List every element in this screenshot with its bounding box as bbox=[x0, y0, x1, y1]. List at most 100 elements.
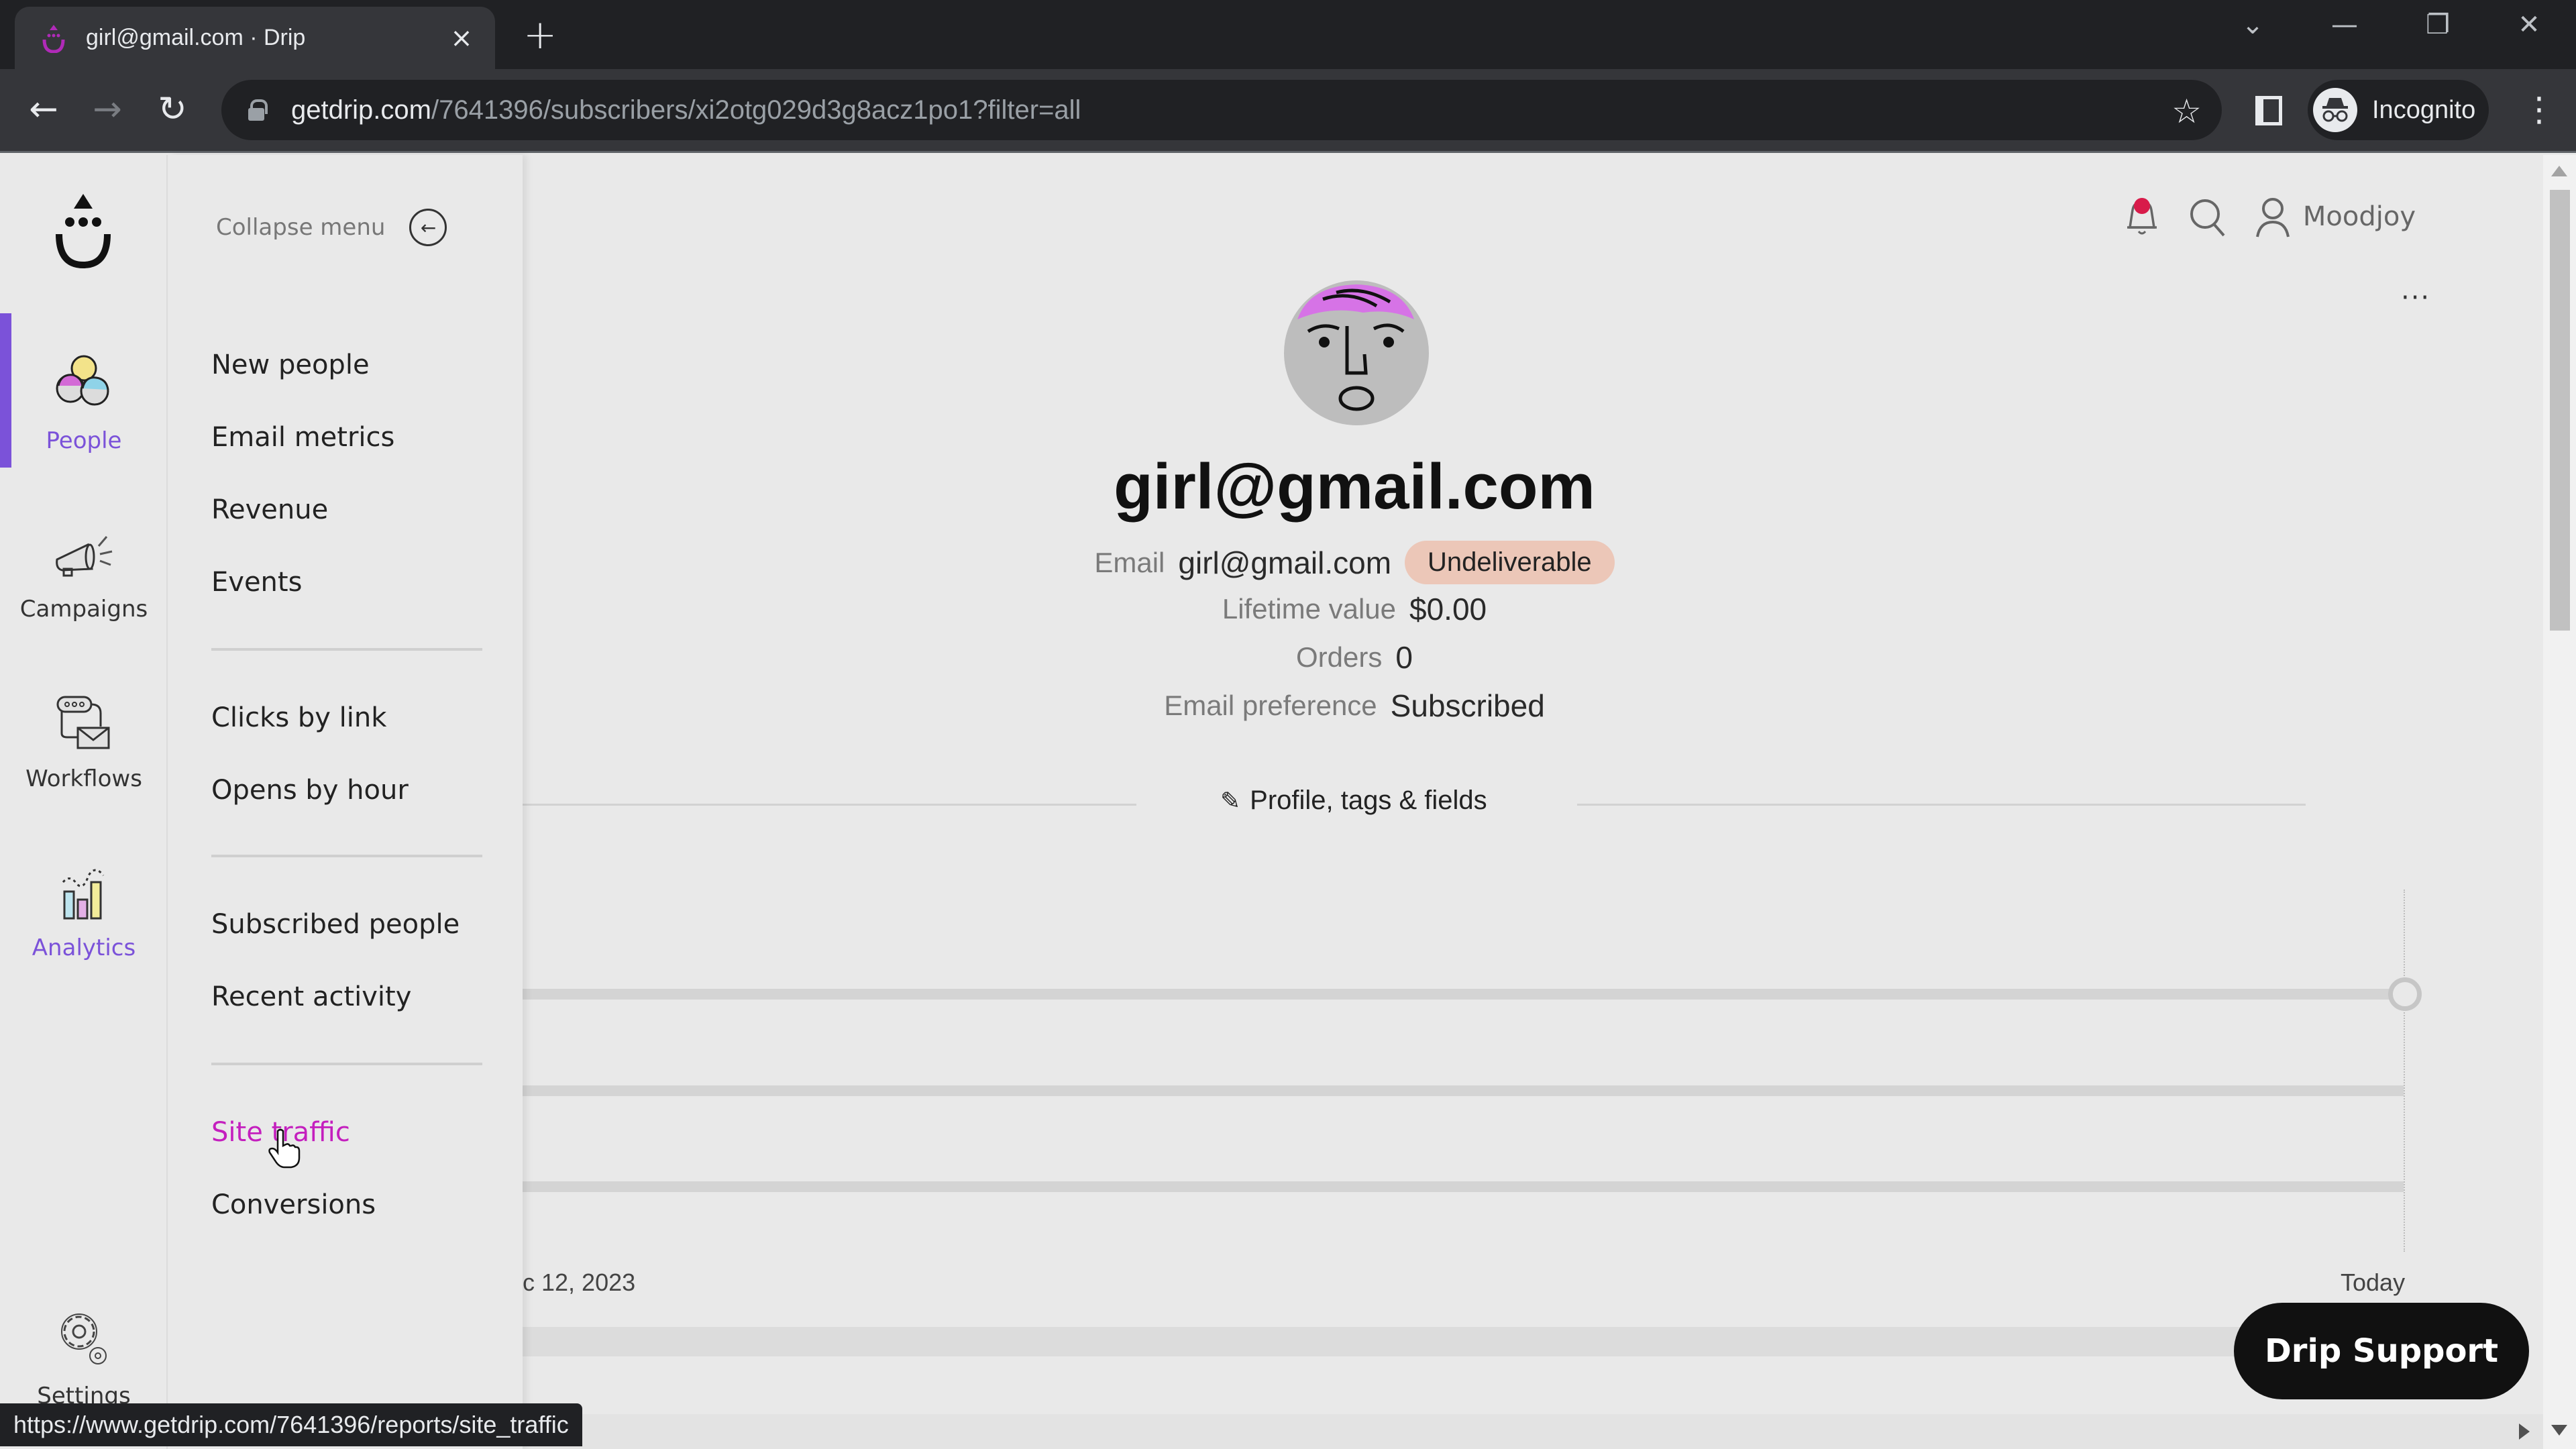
side-panel-icon[interactable] bbox=[2255, 96, 2282, 125]
email-row: Email girl@gmail.com Undeliverable bbox=[523, 541, 2186, 584]
address-bar[interactable]: getdrip.com/7641396/subscribers/xi2otg02… bbox=[221, 80, 2222, 140]
timeline-track bbox=[523, 1085, 2404, 1096]
email-preference-label: Email preference bbox=[1164, 690, 1377, 721]
timeline-node[interactable] bbox=[2388, 977, 2422, 1011]
lifetime-value: $0.00 bbox=[1409, 592, 1487, 627]
collapse-menu-label: Collapse menu bbox=[216, 214, 386, 241]
browser-toolbar: ← → ↻ getdrip.com/7641396/subscribers/xi… bbox=[0, 69, 2576, 153]
vertical-scrollbar[interactable] bbox=[2543, 155, 2576, 1449]
orders-row: Orders 0 bbox=[523, 639, 2186, 676]
rail-item-settings[interactable]: Settings bbox=[0, 1269, 168, 1423]
rail-item-analytics[interactable]: Analytics bbox=[0, 820, 168, 975]
minimize-button[interactable]: — bbox=[2318, 9, 2371, 40]
header-actions: Moodjoy bbox=[2123, 195, 2416, 238]
submenu-divider bbox=[211, 648, 482, 651]
scroll-down-arrow-icon[interactable] bbox=[2551, 1425, 2567, 1436]
browser-tab-bar: girl@gmail.com · Drip × + ⌄ — ❐ ✕ bbox=[0, 0, 2576, 69]
url-text: getdrip.com/7641396/subscribers/xi2otg02… bbox=[291, 95, 1081, 125]
submenu-item-new-people[interactable]: New people bbox=[211, 350, 370, 380]
rail-item-campaigns[interactable]: Campaigns bbox=[0, 482, 168, 636]
lifetime-value-row: Lifetime value $0.00 bbox=[523, 591, 2186, 627]
account-name[interactable]: Moodjoy bbox=[2303, 201, 2416, 232]
email-preference-row: Email preference Subscribed bbox=[523, 688, 2186, 724]
submenu-item-revenue[interactable]: Revenue bbox=[211, 494, 328, 525]
submenu-divider bbox=[211, 855, 482, 857]
analytics-icon bbox=[62, 869, 105, 920]
subscriber-title: girl@gmail.com bbox=[1114, 451, 1595, 523]
scroll-up-arrow-icon[interactable] bbox=[2551, 166, 2567, 176]
more-options-button[interactable]: ··· bbox=[2401, 282, 2430, 313]
submenu-item-conversions[interactable]: Conversions bbox=[211, 1189, 376, 1220]
browser-menu-button[interactable]: ⋮ bbox=[2522, 89, 2556, 129]
profile-tags-fields-button[interactable]: ✎ Profile, tags & fields bbox=[1220, 786, 1487, 816]
new-tab-button[interactable]: + bbox=[523, 15, 557, 55]
rail-item-workflows[interactable]: Workflows bbox=[0, 651, 168, 806]
subscriber-avatar bbox=[1284, 280, 1429, 425]
arrow-left-icon: ← bbox=[409, 209, 447, 246]
email-preference-value: Subscribed bbox=[1390, 688, 1545, 723]
restore-button[interactable]: ❐ bbox=[2411, 9, 2465, 40]
window-close-button[interactable]: ✕ bbox=[2502, 9, 2556, 40]
notification-bell-icon[interactable] bbox=[2123, 195, 2161, 238]
timeline-end-label: Today bbox=[2341, 1269, 2406, 1296]
drip-app: People Campaigns Workflows Analytics Set… bbox=[0, 155, 2543, 1449]
submenu-item-opens-by-hour[interactable]: Opens by hour bbox=[211, 775, 409, 806]
drip-favicon-icon bbox=[42, 24, 65, 53]
rail-item-people[interactable]: People bbox=[0, 313, 168, 468]
scrollbar-thumb[interactable] bbox=[2550, 190, 2570, 631]
section-divider-left bbox=[523, 804, 1136, 806]
back-button[interactable]: ← bbox=[20, 89, 67, 129]
submenu-item-clicks-by-link[interactable]: Clicks by link bbox=[211, 702, 386, 733]
lock-icon bbox=[248, 99, 268, 121]
subscriber-profile-main: Moodjoy ··· girl@gmail.com Email girl@gm… bbox=[523, 155, 2543, 1449]
incognito-icon bbox=[2313, 88, 2357, 132]
bookmark-star-icon[interactable]: ☆ bbox=[2171, 92, 2202, 131]
orders-value: 0 bbox=[1395, 640, 1413, 675]
search-icon[interactable] bbox=[2188, 195, 2228, 238]
drip-logo-icon[interactable] bbox=[50, 190, 117, 270]
forward-button[interactable]: → bbox=[84, 89, 131, 129]
people-icon bbox=[56, 355, 109, 406]
section-divider-right bbox=[1577, 804, 2306, 806]
tab-title: girl@gmail.com · Drip bbox=[86, 25, 306, 50]
drip-support-button[interactable]: Drip Support bbox=[2234, 1303, 2529, 1399]
hand-cursor-icon bbox=[268, 1128, 301, 1169]
collapse-menu-button[interactable]: Collapse menu ← bbox=[216, 209, 447, 246]
rail-item-label: Analytics bbox=[32, 934, 136, 961]
lifetime-value-label: Lifetime value bbox=[1222, 593, 1396, 625]
gear-icon bbox=[61, 1313, 107, 1364]
scroll-right-arrow-icon[interactable] bbox=[2519, 1424, 2530, 1440]
incognito-profile-button[interactable]: Incognito bbox=[2308, 80, 2489, 140]
submenu-divider bbox=[211, 1063, 482, 1065]
incognito-label: Incognito bbox=[2372, 95, 2476, 124]
megaphone-icon bbox=[56, 536, 113, 577]
tab-close-button[interactable]: × bbox=[441, 23, 482, 54]
email-value: girl@gmail.com bbox=[1178, 545, 1392, 580]
browser-tab[interactable]: girl@gmail.com · Drip × bbox=[15, 7, 495, 69]
timeline-today-marker bbox=[2404, 890, 2405, 1252]
submenu-item-recent-activity[interactable]: Recent activity bbox=[211, 981, 411, 1012]
timeline-track bbox=[523, 989, 2394, 1000]
rail-item-label: People bbox=[46, 427, 122, 454]
link-status-bar: https://www.getdrip.com/7641396/reports/… bbox=[0, 1403, 582, 1446]
rail-item-label: Workflows bbox=[25, 765, 142, 792]
email-status-badge: Undeliverable bbox=[1405, 541, 1615, 584]
orders-label: Orders bbox=[1296, 641, 1383, 673]
content-footer-bar bbox=[523, 1327, 2320, 1356]
analytics-submenu: Collapse menu ← New people Email metrics… bbox=[169, 155, 523, 1449]
timeline-start-date: c 12, 2023 bbox=[523, 1269, 636, 1296]
rail-item-label: Campaigns bbox=[19, 596, 148, 623]
pencil-icon: ✎ bbox=[1220, 786, 1241, 814]
submenu-item-email-metrics[interactable]: Email metrics bbox=[211, 422, 394, 453]
timeline-track bbox=[523, 1181, 2404, 1192]
primary-nav-rail: People Campaigns Workflows Analytics Set… bbox=[0, 155, 168, 1449]
user-account-icon[interactable] bbox=[2255, 195, 2291, 238]
horizontal-scrollbar[interactable] bbox=[523, 1414, 2543, 1449]
email-label: Email bbox=[1094, 546, 1165, 578]
tab-search-button[interactable]: ⌄ bbox=[2226, 9, 2279, 40]
submenu-item-subscribed-people[interactable]: Subscribed people bbox=[211, 909, 460, 940]
reload-button[interactable]: ↻ bbox=[149, 89, 196, 129]
profile-tags-fields-label: Profile, tags & fields bbox=[1250, 786, 1487, 815]
submenu-item-events[interactable]: Events bbox=[211, 567, 302, 598]
workflow-icon bbox=[56, 696, 110, 749]
